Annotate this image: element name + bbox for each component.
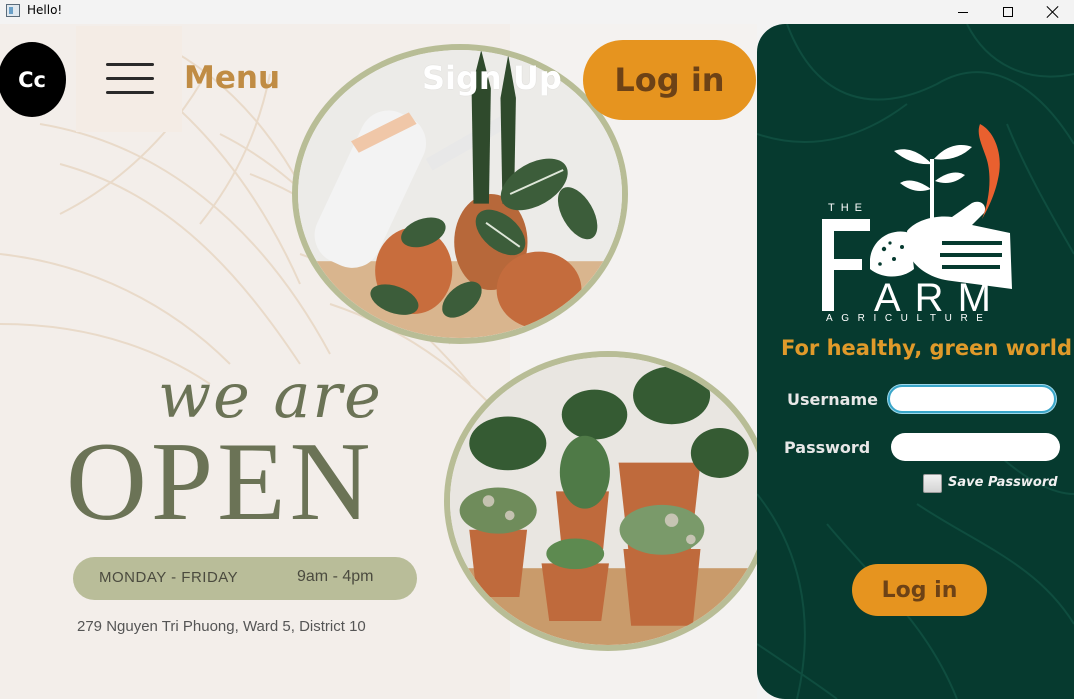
app-window: Hello! we are OPEN MONDAY - FRIDAY 9am -…: [0, 0, 1074, 699]
sign-up-link[interactable]: Sign Up: [422, 59, 562, 97]
hamburger-menu-icon[interactable]: [106, 63, 154, 95]
logo-the-text: THE: [828, 202, 868, 214]
maximize-button[interactable]: [985, 0, 1031, 24]
brand-logo[interactable]: Cc: [0, 42, 66, 117]
plants-photo-bottom: [444, 351, 757, 651]
opening-time: 9am - 4pm: [297, 568, 374, 585]
logo-agriculture-text: AGRICULTURE: [826, 313, 992, 324]
save-password-label[interactable]: Save Password: [948, 475, 1058, 490]
username-input[interactable]: [888, 385, 1056, 413]
close-icon: [1046, 5, 1060, 19]
brand-logo-text: Cc: [18, 67, 46, 92]
login-panel: THE ARM AGRICULTURE For healthy, green w…: [757, 24, 1074, 699]
maximize-icon: [1003, 7, 1013, 17]
header-login-button[interactable]: Log in: [583, 40, 756, 120]
minimize-icon: [958, 11, 968, 13]
login-submit-button[interactable]: Log in: [852, 564, 987, 616]
the-farm-logo: THE ARM AGRICULTURE: [822, 124, 1012, 324]
password-label: Password: [784, 438, 871, 457]
save-password-checkbox[interactable]: [923, 474, 942, 493]
store-address: 279 Nguyen Tri Phuong, Ward 5, District …: [77, 618, 366, 635]
opening-hours-badge: MONDAY - FRIDAY 9am - 4pm: [73, 557, 417, 600]
menu-link[interactable]: Menu: [184, 60, 280, 96]
app-icon: [6, 4, 20, 17]
password-input[interactable]: [891, 433, 1060, 461]
tagline: For healthy, green world: [781, 336, 1073, 360]
headline-open: OPEN: [66, 420, 375, 544]
window-titlebar: Hello!: [0, 0, 1074, 24]
login-submit-label: Log in: [881, 577, 958, 603]
window-title: Hello!: [27, 3, 63, 17]
username-label: Username: [787, 390, 878, 409]
header-login-label: Log in: [614, 61, 725, 99]
opening-days: MONDAY - FRIDAY: [99, 569, 239, 586]
minimize-button[interactable]: [940, 0, 986, 24]
close-button[interactable]: [1030, 0, 1074, 24]
